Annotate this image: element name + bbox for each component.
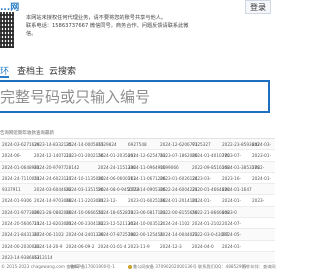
table-cell-link[interactable]: 2023-16- xyxy=(222,173,241,184)
table-cell-link[interactable]: 2024-01-01-4 xyxy=(98,241,127,252)
table-row: 2024-24-7110051 2024-24-6023117 2024-10-11… xyxy=(0,173,275,185)
table-cell-link[interactable]: 2024-06- xyxy=(2,150,21,161)
table-cell-link[interactable]: 2024-01- xyxy=(222,195,241,206)
table-cell-link[interactable]: 2023-0 xyxy=(222,207,237,218)
table-row: 2024-20-5606711 2024-12-8203001 2024-00-23… xyxy=(0,218,275,230)
table-cell-link[interactable]: 2024-07- xyxy=(222,218,241,229)
search-tabs: 环 查档主 云搜索 xyxy=(0,64,275,78)
table-cell-link[interactable]: 2022- xyxy=(252,162,264,173)
table-cell-link[interactable]: 2023-01- xyxy=(252,150,271,161)
records-table: 2024-03-6271629 2023-14-8332135 2024-14-00… xyxy=(0,138,275,264)
table-cell-link[interactable]: 2024-24-1102 xyxy=(160,218,190,229)
search-box xyxy=(0,80,270,113)
login-button[interactable]: 登录 xyxy=(245,0,271,14)
footer: © 2015-2023 chagewang.com 查询网 鲁ICP备17001… xyxy=(0,262,276,271)
footer-copyright: © 2015-2023 chagewang.com 查询网 xyxy=(1,264,79,269)
table-row: 2024-03-6271629 2023-14-8332135 2024-14-00… xyxy=(0,139,275,151)
table-cell-link[interactable]: 1329824 xyxy=(98,139,117,150)
table-cell-link[interactable]: 2024-12-3 xyxy=(160,241,182,252)
police-badge-icon xyxy=(128,265,132,269)
footer-partner-link[interactable]: 合作伙伴：查询网 xyxy=(242,262,276,271)
table-cell-link[interactable]: 2023- xyxy=(252,195,264,206)
tab-1[interactable]: 查档主 xyxy=(17,64,44,77)
table-row: 2024-01-9773809 2023-28-0882060 2024-10-06… xyxy=(0,206,275,219)
table-cell-link[interactable]: 2024-06-09-2 xyxy=(66,241,95,252)
footer-police-link[interactable]: 鲁公网安备 37090202000136号 xyxy=(128,262,197,271)
table-cell-link[interactable]: 2024-01- xyxy=(252,173,271,184)
notice-line-2: 联系电话：15863737667 微信同号，商务合作、问题反馈请联系此微信。 xyxy=(26,23,189,37)
footer-icp-link[interactable]: 鲁ICP备17001900号-1 xyxy=(70,262,115,271)
records-section-title: 告询网近期年收款查询最新 xyxy=(0,131,54,136)
footer-contact: 联系我们QQ：48852903 xyxy=(198,264,247,269)
tab-2[interactable]: 云搜索 xyxy=(49,64,76,77)
table-cell-link[interactable]: 2023-07- xyxy=(222,150,241,161)
table-cell-link[interactable]: 2024-05- xyxy=(222,229,241,240)
table-cell-link[interactable]: 1199066 xyxy=(160,162,179,173)
table-cell-link[interactable]: 2024-14-20-9 xyxy=(34,241,63,252)
table-cell-link[interactable]: 2024-04-0 xyxy=(192,241,214,252)
table-cell-link[interactable]: 6927548 xyxy=(128,139,147,150)
table-cell-link[interactable]: 2024-01-1647 xyxy=(222,184,252,195)
notice-line-1: 本网站未授权任何代理业务，请不要将您的账号共享与他人。 xyxy=(26,15,167,21)
table-cell-link[interactable]: 2023-11-9 xyxy=(128,241,150,252)
header: ...网 本网站未授权任何代理业务，请不要将您的账号共享与他人。 联系电话：15… xyxy=(0,0,275,56)
table-cell-link[interactable]: 2024-01- xyxy=(222,241,241,252)
table-cell-link[interactable]: 2024-01-2102 xyxy=(192,218,222,229)
table-cell-link[interactable]: 9337911 xyxy=(2,184,21,195)
search-input[interactable] xyxy=(0,82,268,111)
table-cell-link[interactable]: 2024-01-9306 xyxy=(2,195,32,206)
table-cell-link[interactable]: 2024-10-003512 xyxy=(128,218,163,229)
table-cell-link[interactable]: 2023-03- xyxy=(192,173,211,184)
table-cell-link[interactable]: 2024-06-1103 xyxy=(34,229,64,240)
table-cell-link[interactable]: 2023-12- xyxy=(98,195,117,206)
active-tab-indicator xyxy=(0,76,9,78)
table-cell-link[interactable]: 2024-01- xyxy=(192,195,211,206)
site-notice: 本网站未授权任何代理业务，请不要将您的账号共享与他人。 联系电话：1586373… xyxy=(26,14,196,38)
table-row: 2024-01-9306 2024-14-9703068 2024-11-22030… xyxy=(0,195,275,207)
table-cell-link[interactable]: 9325327 xyxy=(192,139,211,150)
table-cell-link[interactable]: 28142 xyxy=(66,162,79,173)
table-row: 2024-01-0648961 2024-20-97977 28142 2024-24… xyxy=(0,161,275,173)
table-row: 2024-06- 2024-12-1407213 2023-01-2002156 20… xyxy=(0,150,275,162)
table-row: 9337911 2024-03-6044682 2024-03-1351590 202… xyxy=(0,184,275,196)
qr-code-image xyxy=(0,12,14,48)
table-cell-link[interactable]: 2024-20-97977 xyxy=(34,162,66,173)
table-cell-link[interactable]: 2022-00-125456 xyxy=(128,229,163,240)
table-row: 2024-00-2030043 2024-14-20-9 2024-06-09-2 2… xyxy=(0,241,275,252)
table-cell-link[interactable]: 2024-03- xyxy=(252,139,271,150)
table-row: 2024-21-8431367 2024-06-1103 2024-04-24013… xyxy=(0,229,275,241)
